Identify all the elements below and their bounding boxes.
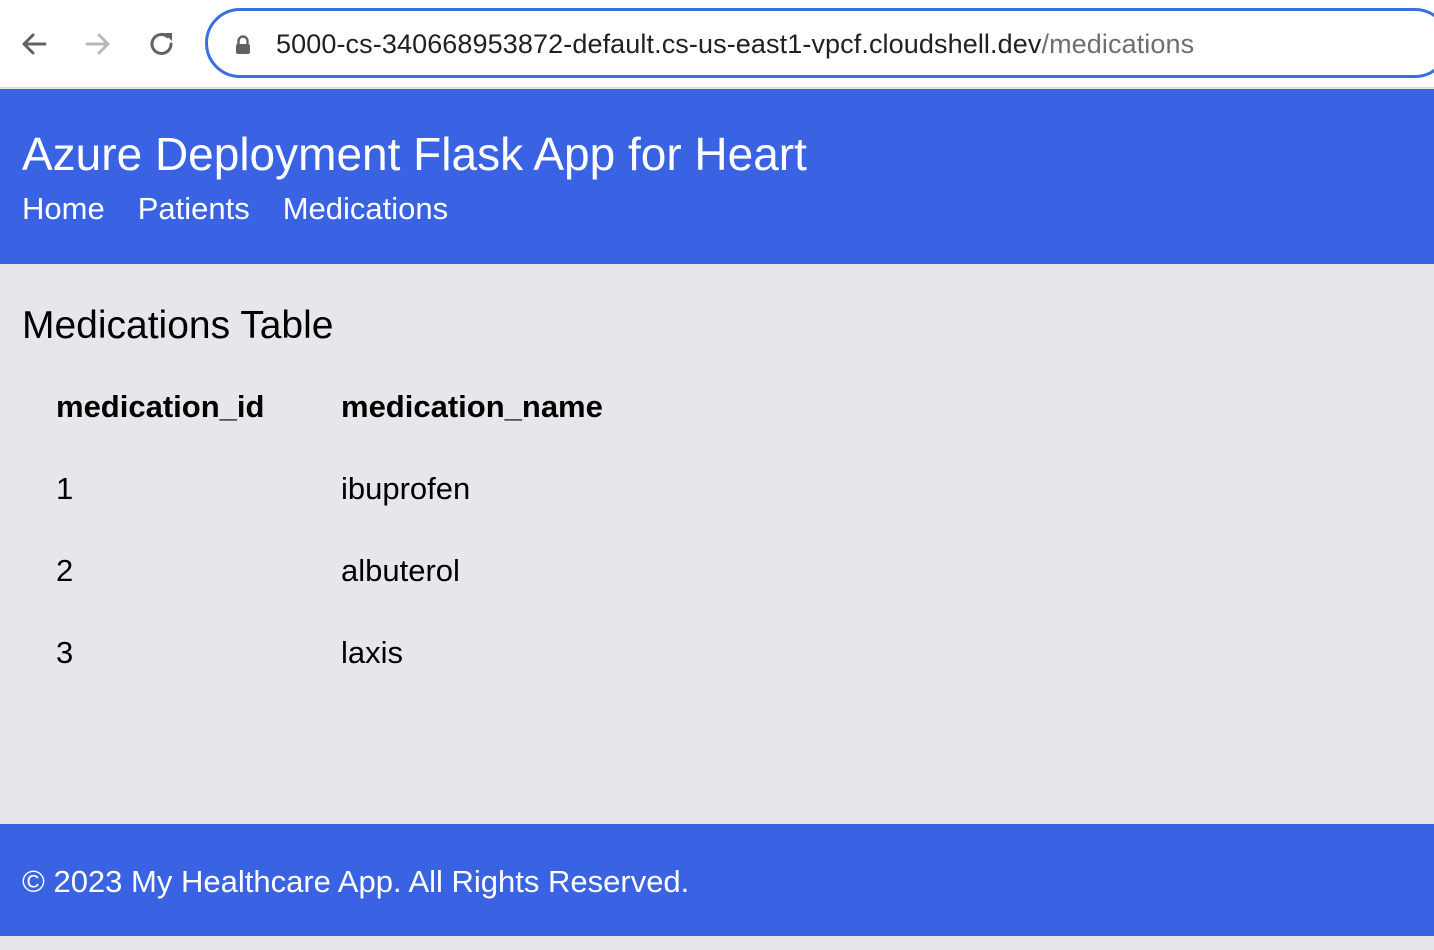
back-button[interactable] <box>12 22 56 66</box>
app-footer: © 2023 My Healthcare App. All Rights Res… <box>0 824 1434 936</box>
url-host: 5000-cs-340668953872-default.cs-us-east1… <box>276 29 1042 59</box>
nav-link-patients[interactable]: Patients <box>138 191 250 227</box>
table-row: 1 ibuprofen <box>56 471 741 553</box>
column-header-medication-id: medication_id <box>56 389 265 424</box>
cell-medication-name: albuterol <box>341 553 460 588</box>
url-path: /medications <box>1041 29 1195 59</box>
main-nav: Home Patients Medications <box>22 191 448 227</box>
url-text: 5000-cs-340668953872-default.cs-us-east1… <box>276 29 1194 60</box>
column-header-medication-name: medication_name <box>341 389 603 424</box>
app-title: Azure Deployment Flask App for Heart <box>22 128 807 180</box>
medications-table: medication_id medication_name 1 ibuprofe… <box>56 389 741 717</box>
app-header: Azure Deployment Flask App for Heart Hom… <box>0 89 1434 264</box>
page-bottom <box>0 936 1434 950</box>
table-header-row: medication_id medication_name <box>56 389 741 471</box>
cell-medication-name: ibuprofen <box>341 471 471 506</box>
page-title: Medications Table <box>22 304 334 347</box>
nav-link-medications[interactable]: Medications <box>283 191 448 227</box>
main-content: Medications Table medication_id medicati… <box>0 264 1434 824</box>
arrow-left-icon <box>22 33 47 55</box>
forward-button[interactable] <box>76 22 120 66</box>
cell-medication-name: laxis <box>341 635 404 670</box>
reload-button[interactable] <box>140 22 184 66</box>
browser-toolbar: 5000-cs-340668953872-default.cs-us-east1… <box>0 0 1434 88</box>
cell-medication-id: 1 <box>56 471 74 506</box>
cell-medication-id: 2 <box>56 553 74 588</box>
arrow-right-icon <box>85 33 110 55</box>
table-row: 2 albuterol <box>56 553 741 635</box>
cell-medication-id: 3 <box>56 635 74 670</box>
footer-copyright: © 2023 My Healthcare App. All Rights Res… <box>22 864 690 899</box>
nav-link-home[interactable]: Home <box>22 191 105 227</box>
table-row: 3 laxis <box>56 635 741 717</box>
reload-icon <box>150 33 173 55</box>
address-bar[interactable]: 5000-cs-340668953872-default.cs-us-east1… <box>205 8 1434 78</box>
lock-icon <box>236 35 250 54</box>
